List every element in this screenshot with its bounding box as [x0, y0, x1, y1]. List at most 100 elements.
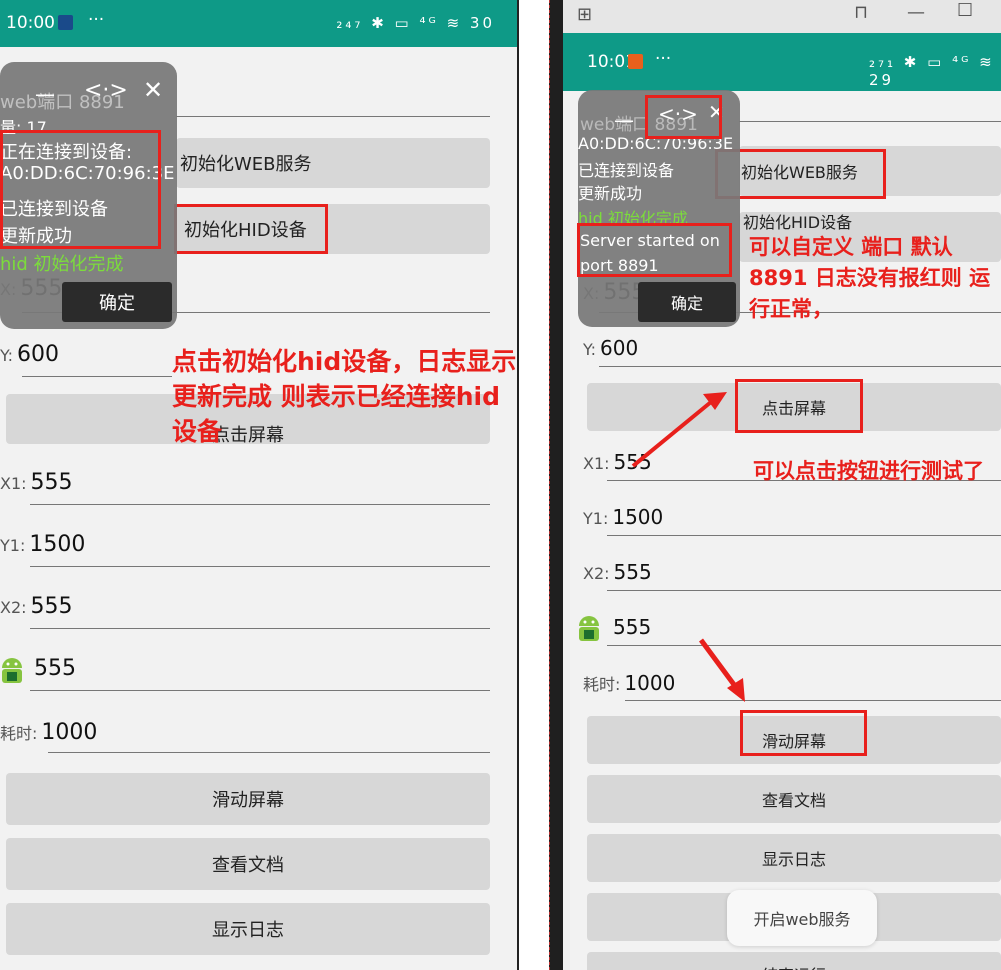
x2-label: X2:: [0, 598, 27, 617]
y2-field-underline: [30, 690, 490, 691]
right-view-docs-button[interactable]: 查看文档: [587, 775, 1001, 823]
android-app-icon: [0, 658, 24, 686]
web-port-underline: [176, 116, 490, 117]
right-duration-value: 1000: [624, 671, 676, 695]
right-x2-underline: [607, 590, 1001, 591]
right-more-icon: ···: [655, 49, 672, 69]
right-view-docs-label: 查看文档: [761, 791, 826, 810]
right-x2-field[interactable]: X2: 555: [583, 560, 652, 584]
right-duration-field[interactable]: 耗时: 1000: [583, 671, 675, 695]
right-show-logs-label: 显示日志: [761, 850, 826, 869]
arrow-to-swipe-button: [698, 638, 745, 702]
y-value: 600: [17, 342, 60, 367]
right-overlay-log-connected: 已连接到设备: [578, 161, 675, 180]
overlay-log-web-port: web端口 8891: [0, 92, 125, 113]
right-x2-value: 555: [613, 560, 652, 584]
overlay-code-highlight: [645, 95, 722, 139]
duration-field-underline: [48, 752, 490, 753]
right-web-port-underline: [739, 121, 1001, 122]
show-logs-label: 显示日志: [212, 920, 284, 941]
right-y-label: Y:: [583, 340, 597, 359]
y2-field[interactable]: 555: [34, 656, 76, 681]
right-x2-label: X2:: [583, 564, 610, 583]
right-y1-label: Y1:: [583, 509, 609, 528]
arrow-to-tap-button: [631, 392, 727, 468]
x1-value: 555: [30, 470, 73, 495]
x2-field[interactable]: X2: 555: [0, 594, 73, 619]
right-show-logs-button[interactable]: 显示日志: [587, 834, 1001, 882]
init-web-button[interactable]: 初始化WEB服务: [176, 138, 490, 188]
right-y1-field[interactable]: Y1: 1500: [583, 505, 663, 529]
right-annotation-test: 可以点击按钮进行测试了: [753, 459, 984, 483]
overlay-log-hid-ready: hid 初始化完成: [0, 254, 124, 275]
right-init-web-highlight: [715, 149, 886, 199]
right-y-value: 600: [600, 336, 639, 360]
right-y2-value: 555: [613, 615, 652, 639]
right-y-underline: [599, 366, 1001, 367]
right-phone-screen: ⊞ ⊓ — ☐ 10:01 ··· ₂₇₁ ✱ ▭ ⁴ᴳ ≋ 29 初始化WEB…: [563, 0, 1001, 970]
right-stop-label: 结束运行: [762, 962, 826, 970]
y1-field[interactable]: Y1: 1500: [0, 532, 85, 557]
y-field-underline: [22, 376, 172, 377]
y-label: Y:: [0, 346, 14, 365]
left-status-icons: ₂₄₇ ✱ ▭ ⁴ᴳ ≋ 30: [336, 14, 495, 32]
right-init-hid-label: 初始化HID设备: [743, 213, 853, 232]
x1-field[interactable]: X1: 555: [0, 470, 73, 495]
tap-screen-highlight: [735, 379, 863, 433]
swipe-screen-highlight: [740, 710, 867, 756]
right-y1-value: 1500: [612, 505, 664, 529]
right-status-icons: ₂₇₁ ✱ ▭ ⁴ᴳ ≋ 29: [869, 53, 995, 89]
y-field[interactable]: Y: 600: [0, 342, 59, 367]
right-overlay-log-updated: 更新成功: [578, 184, 643, 203]
window-maximize-icon[interactable]: ☐: [957, 0, 973, 21]
x1-label: X1:: [0, 474, 27, 493]
pin-icon[interactable]: ⊓: [854, 2, 868, 23]
y1-field-underline: [30, 566, 490, 567]
right-y-field[interactable]: Y: 600: [583, 336, 638, 360]
duration-field[interactable]: 耗时: 1000: [0, 720, 97, 745]
window-titlebar: ⊞ ⊓ — ☐: [563, 0, 1001, 33]
view-docs-label: 查看文档: [212, 855, 284, 876]
duration-label: 耗时:: [0, 724, 38, 743]
server-started-highlight: [577, 223, 732, 277]
window-minimize-icon[interactable]: —: [907, 2, 925, 23]
overlay-close-icon[interactable]: ✕: [143, 76, 163, 104]
y1-label: Y1:: [0, 536, 26, 555]
right-duration-underline: [625, 700, 1001, 701]
y2-value: 555: [34, 656, 76, 681]
right-status-bar: 10:01 ··· ₂₇₁ ✱ ▭ ⁴ᴳ ≋ 29: [563, 33, 1001, 91]
right-overlay-ok-label: 确定: [670, 294, 703, 313]
x1-field-underline: [30, 504, 490, 505]
new-tab-icon[interactable]: ⊞: [577, 4, 592, 25]
x2-value: 555: [30, 594, 73, 619]
more-icon: ···: [88, 10, 105, 30]
editor-edge: [549, 0, 564, 970]
right-duration-label: 耗时:: [583, 675, 621, 694]
init-hid-highlight: [174, 204, 328, 254]
connection-log-highlight: [0, 130, 161, 249]
background-editor-strip: [519, 0, 549, 970]
duration-value: 1000: [41, 720, 98, 745]
left-phone-screen: 10:00 ··· ₂₄₇ ✱ ▭ ⁴ᴳ ≋ 30 X:555 Y:600 点击…: [0, 0, 517, 970]
show-logs-button[interactable]: 显示日志: [6, 903, 490, 955]
right-overlay-ok-button[interactable]: 确定: [638, 282, 736, 322]
init-web-label: 初始化WEB服务: [180, 154, 312, 175]
swipe-screen-label: 滑动屏幕: [212, 790, 284, 811]
start-web-service-toast: 开启web服务: [727, 890, 877, 946]
right-y2-field[interactable]: 555: [613, 615, 651, 639]
right-notification-icon: [628, 54, 643, 69]
overlay-ok-label: 确定: [99, 293, 135, 314]
toast-text: 开启web服务: [753, 910, 851, 929]
right-annotation-port: 可以自定义 端口 默认8891 日志没有报红则 运行正常，: [749, 235, 991, 321]
right-y2-underline: [607, 645, 1001, 646]
view-docs-button[interactable]: 查看文档: [6, 838, 490, 890]
swipe-screen-button[interactable]: 滑动屏幕: [6, 773, 490, 825]
right-android-app-icon: [577, 616, 601, 644]
right-y1-underline: [607, 535, 1001, 536]
overlay-ok-button[interactable]: 确定: [62, 282, 172, 322]
left-annotation: 点击初始化hid设备，日志显示 更新完成 则表示已经连接hid设备: [172, 347, 517, 446]
notification-icon: [58, 15, 73, 30]
left-status-time: 10:00: [6, 13, 55, 33]
right-stop-button[interactable]: 结束运行: [587, 952, 1001, 970]
left-status-bar: 10:00 ··· ₂₄₇ ✱ ▭ ⁴ᴳ ≋ 30: [0, 0, 517, 47]
